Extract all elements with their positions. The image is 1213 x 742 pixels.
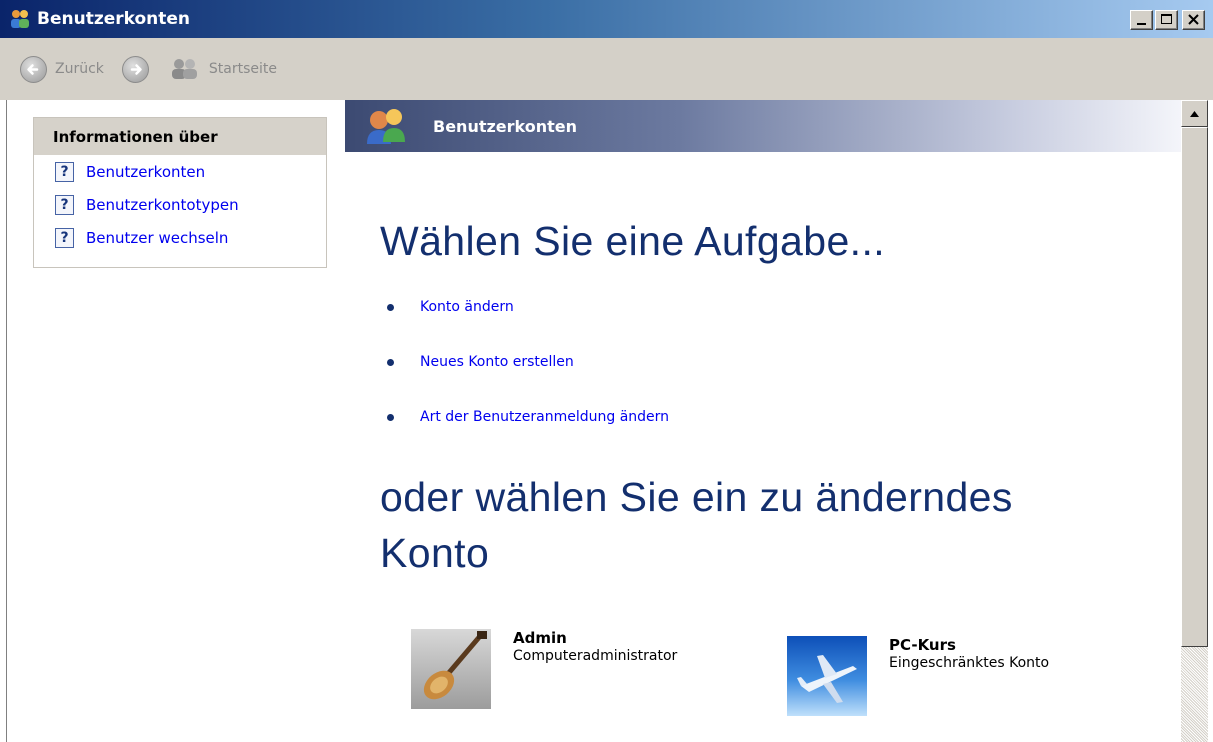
window-title: Benutzerkonten (37, 9, 191, 29)
content-area: Informationen über ? Benutzerkonten ? Be… (6, 100, 1208, 742)
airplane-picture (787, 636, 867, 716)
account-name: PC-Kurs (889, 636, 956, 654)
task-link-neues-konto[interactable]: Neues Konto erstellen (420, 354, 574, 370)
forward-button[interactable] (121, 55, 149, 83)
task-item: Art der Benutzeranmeldung ändern (387, 409, 669, 425)
task-heading: Wählen Sie eine Aufgabe... (380, 218, 886, 264)
bullet (387, 303, 394, 311)
back-button[interactable]: Zurück (20, 55, 104, 83)
info-panel-header: Informationen über (34, 118, 326, 155)
maximize-button[interactable] (1155, 10, 1178, 30)
account-pc-kurs[interactable]: PC-Kurs Eingeschränktes Konto (787, 636, 1049, 716)
minimize-button[interactable] (1130, 10, 1153, 30)
scroll-up-button[interactable] (1181, 100, 1208, 127)
scroll-thumb[interactable] (1181, 127, 1208, 647)
back-label: Zurück (55, 61, 104, 77)
account-heading: oder wählen Sie ein zu änderndes Konto (380, 474, 1013, 576)
close-icon (1188, 14, 1199, 25)
users-home-icon (171, 59, 197, 79)
sidebar-item-label[interactable]: Benutzerkonten (86, 163, 205, 181)
arrow-up-icon (1190, 111, 1199, 117)
window-controls (1130, 10, 1205, 30)
account-type: Eingeschränktes Konto (889, 655, 1050, 671)
vertical-scrollbar[interactable] (1181, 100, 1208, 742)
home-label: Startseite (208, 61, 278, 77)
bullet (387, 413, 394, 421)
users-icon (363, 106, 411, 146)
help-icon: ? (55, 194, 74, 215)
page-banner: Benutzerkonten (345, 100, 1181, 152)
guitar-picture (411, 629, 491, 709)
back-arrow-icon (20, 55, 47, 83)
toolbar: Zurück Startseite (0, 38, 1213, 100)
help-icon: ? (55, 227, 74, 248)
title-bar: Benutzerkonten (0, 0, 1213, 38)
task-item: Konto ändern (387, 299, 514, 315)
sidebar-item-benutzerkonten[interactable]: ? Benutzerkonten (34, 155, 326, 188)
banner-title: Benutzerkonten (433, 116, 578, 136)
minimize-icon (1137, 23, 1146, 25)
task-item: Neues Konto erstellen (387, 354, 574, 370)
home-button[interactable]: Startseite (169, 57, 277, 81)
maximize-icon (1161, 14, 1172, 24)
users-icon (9, 8, 31, 30)
forward-arrow-icon (130, 63, 142, 75)
account-type: Computeradministrator (513, 648, 678, 664)
bullet (387, 358, 394, 366)
info-panel: Informationen über ? Benutzerkonten ? Be… (33, 117, 327, 268)
account-name: Admin (513, 629, 567, 647)
task-link-konto-aendern[interactable]: Konto ändern (420, 299, 514, 315)
sidebar-item-label[interactable]: Benutzer wechseln (86, 229, 228, 247)
account-admin[interactable]: Admin Computeradministrator (411, 629, 677, 709)
task-link-anmeldung-aendern[interactable]: Art der Benutzeranmeldung ändern (420, 409, 669, 425)
sidebar-item-benutzer-wechseln[interactable]: ? Benutzer wechseln (34, 221, 326, 254)
sidebar-item-label[interactable]: Benutzerkontotypen (86, 196, 239, 214)
close-button[interactable] (1182, 10, 1205, 30)
sidebar-item-benutzerkontotypen[interactable]: ? Benutzerkontotypen (34, 188, 326, 221)
help-icon: ? (55, 161, 74, 182)
